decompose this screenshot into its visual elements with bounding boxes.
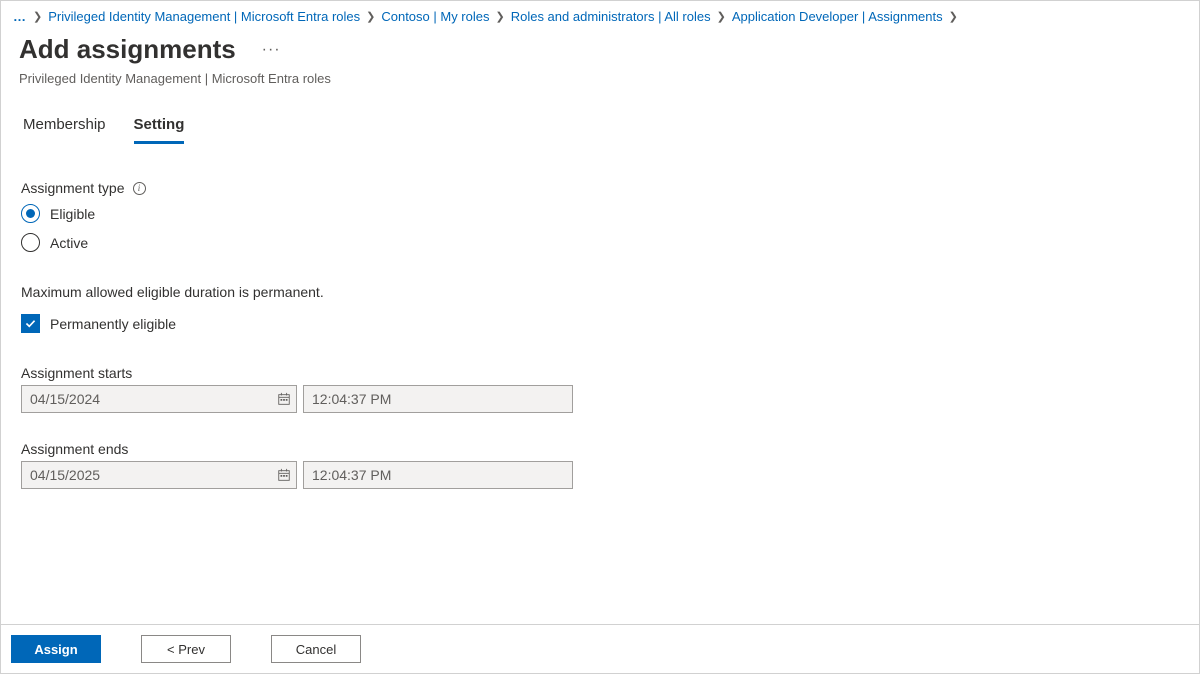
cancel-button[interactable]: Cancel (271, 635, 361, 663)
assignment-ends-row (21, 461, 1181, 489)
tab-membership[interactable]: Membership (23, 116, 106, 144)
radio-icon (21, 233, 40, 252)
footer-actions: Assign < Prev Cancel (1, 624, 1199, 673)
chevron-right-icon: ❯ (495, 10, 504, 23)
end-date-field[interactable] (21, 461, 297, 489)
start-date-field[interactable] (21, 385, 297, 413)
prev-button[interactable]: < Prev (141, 635, 231, 663)
page-subtitle: Privileged Identity Management | Microso… (1, 69, 1199, 86)
page-header: Add assignments ··· (1, 28, 1199, 69)
end-date-field-wrap (21, 461, 297, 489)
breadcrumb-link-pim[interactable]: Privileged Identity Management | Microso… (48, 9, 360, 24)
chevron-right-icon: ❯ (33, 10, 42, 23)
radio-eligible-label: Eligible (50, 206, 95, 222)
assignment-starts-row (21, 385, 1181, 413)
radio-active-label: Active (50, 235, 88, 251)
assignment-type-radio-group: Eligible Active (21, 204, 1181, 252)
info-icon[interactable]: i (133, 182, 146, 195)
more-actions-button[interactable]: ··· (262, 41, 281, 59)
permanent-eligible-checkbox[interactable]: Permanently eligible (21, 314, 1181, 333)
end-time-field[interactable] (303, 461, 573, 489)
assign-button[interactable]: Assign (11, 635, 101, 663)
assignment-type-label-text: Assignment type (21, 180, 125, 196)
breadcrumb-link-appdev[interactable]: Application Developer | Assignments (732, 9, 943, 24)
tab-setting[interactable]: Setting (134, 116, 185, 144)
breadcrumb: … ❯ Privileged Identity Management | Mic… (1, 1, 1199, 28)
radio-icon (21, 204, 40, 223)
checkbox-icon (21, 314, 40, 333)
start-date-field-wrap (21, 385, 297, 413)
permanent-eligible-label: Permanently eligible (50, 316, 176, 332)
assignment-ends-label: Assignment ends (21, 441, 1181, 457)
breadcrumb-more[interactable]: … (13, 9, 27, 24)
tabs: Membership Setting (1, 86, 1199, 144)
page-title: Add assignments (19, 34, 236, 65)
assignment-starts-label: Assignment starts (21, 365, 1181, 381)
breadcrumb-link-contoso[interactable]: Contoso | My roles (381, 9, 489, 24)
radio-eligible[interactable]: Eligible (21, 204, 1181, 223)
assignment-type-label: Assignment type i (21, 180, 1181, 196)
chevron-right-icon: ❯ (949, 10, 958, 23)
form-content: Assignment type i Eligible Active Maximu… (1, 144, 1199, 489)
duration-info-text: Maximum allowed eligible duration is per… (21, 284, 1181, 300)
chevron-right-icon: ❯ (717, 10, 726, 23)
breadcrumb-link-roles[interactable]: Roles and administrators | All roles (511, 9, 711, 24)
radio-active[interactable]: Active (21, 233, 1181, 252)
start-time-field[interactable] (303, 385, 573, 413)
chevron-right-icon: ❯ (366, 10, 375, 23)
